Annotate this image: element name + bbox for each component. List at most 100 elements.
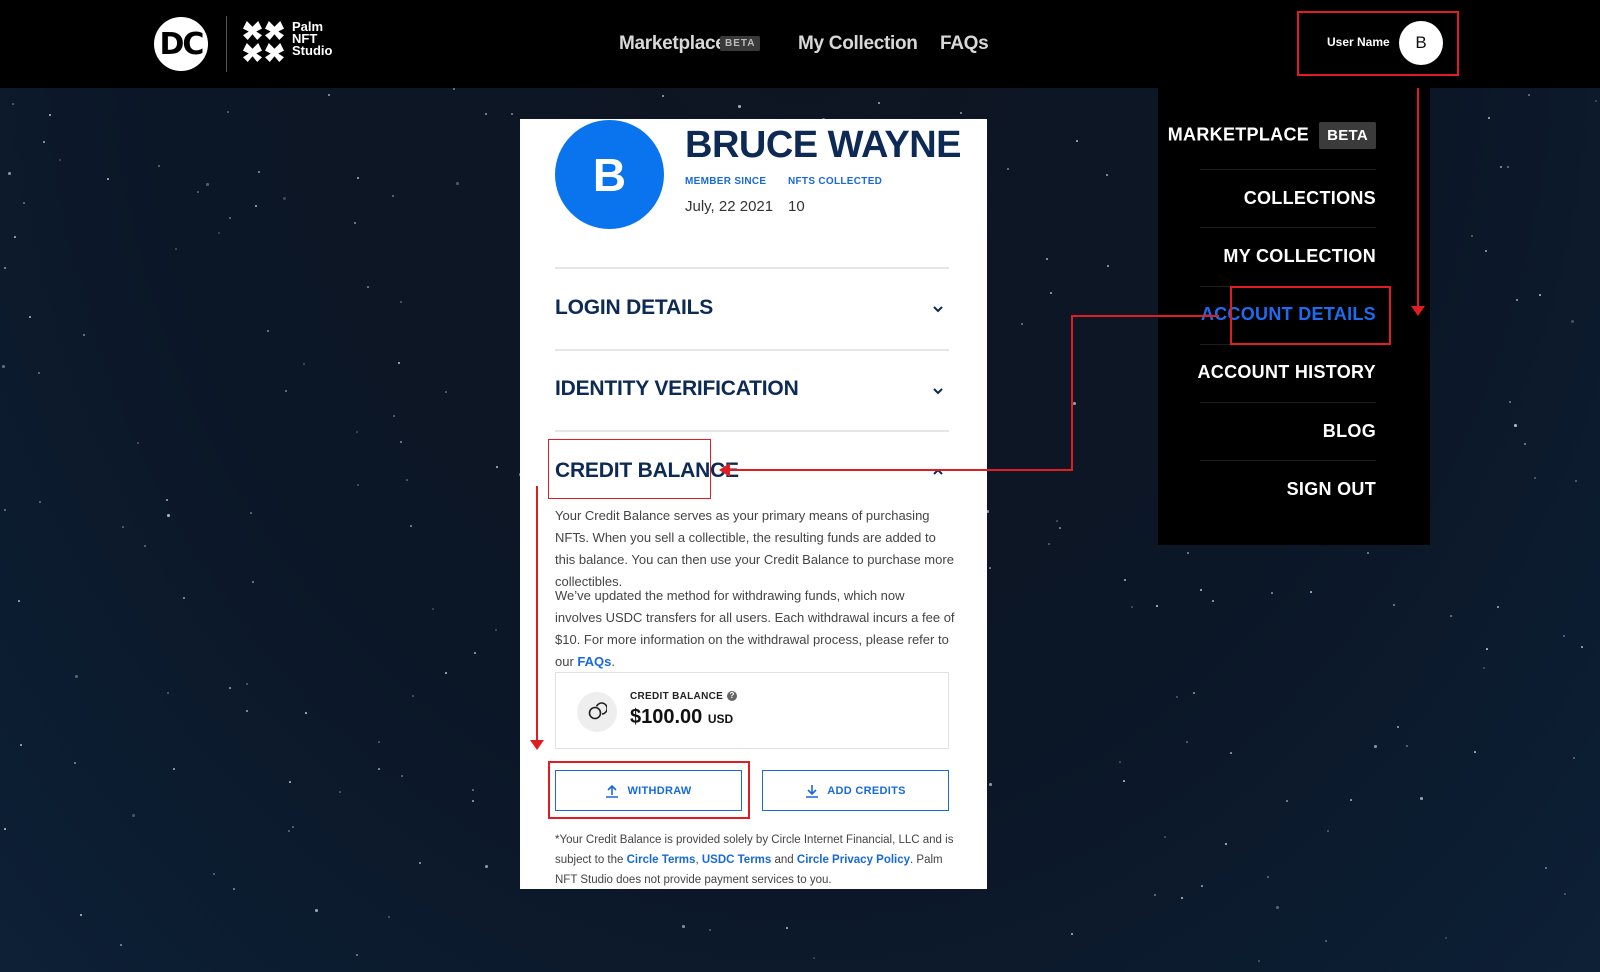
star [288,830,290,832]
star [175,248,177,250]
star [1119,761,1121,763]
star [74,762,76,764]
star [315,909,318,912]
add-credits-button[interactable]: ADD CREDITS [762,770,949,811]
credit-balance-value: $100.00 USD [630,706,734,728]
star [1286,800,1288,802]
star [485,113,487,115]
star [474,652,476,654]
star [229,217,231,219]
circle-privacy-link[interactable]: Circle Privacy Policy [797,854,910,866]
menu-item-blog[interactable]: BLOG [1323,421,1376,442]
menu-divider [1200,169,1376,170]
star [662,95,664,97]
nfts-collected-label: NFTS COLLECTED [788,176,883,187]
star [1154,894,1156,896]
star [1474,751,1476,753]
star [80,914,82,916]
star [1073,402,1076,405]
section-identity-verification[interactable]: IDENTITY VERIFICATION [555,377,799,401]
star [393,415,395,417]
star [356,954,358,956]
star [4,509,6,511]
star [357,177,359,179]
nav-my-collection[interactable]: My Collection [798,33,918,55]
help-icon[interactable]: ? [727,691,738,702]
menu-divider [1200,460,1376,461]
star [1545,867,1547,869]
currency-label: USD [707,712,734,726]
star [392,195,394,197]
star [1450,615,1452,617]
star [1050,292,1052,294]
star [1325,940,1327,942]
profile-name: BRUCE WAYNE [685,124,962,166]
star [1123,780,1125,782]
star [1595,100,1597,102]
menu-item-account-history[interactable]: ACCOUNT HISTORY [1197,362,1376,383]
annotation-highlight-withdraw [548,761,750,819]
star [367,286,369,288]
star [1445,937,1447,939]
star [1156,605,1158,607]
star [1514,424,1517,427]
section-divider [555,430,949,432]
star [989,783,992,786]
star [14,236,16,238]
menu-item-my-collection[interactable]: MY COLLECTION [1223,246,1376,267]
star [1276,906,1279,909]
star [1048,543,1050,545]
star [1350,799,1352,801]
star [283,197,286,200]
star [432,608,434,610]
star [1507,166,1509,168]
faqs-link[interactable]: FAQs [577,654,611,669]
logo-divider [226,16,227,72]
circle-terms-link[interactable]: Circle Terms [627,854,696,866]
star [412,695,414,697]
star [1500,166,1502,168]
star [398,362,400,364]
star [1007,168,1009,170]
star [378,768,380,770]
menu-item-marketplace[interactable]: MARKETPLACE BETA [1168,122,1376,149]
nav-faqs[interactable]: FAQs [940,33,989,55]
star [83,334,85,336]
star [1397,726,1399,728]
star [410,525,412,527]
star [1488,117,1490,119]
star [250,512,252,514]
star [1581,646,1583,648]
star [1056,520,1058,522]
chevron-down-icon[interactable] [932,385,944,397]
star [1534,477,1536,479]
star [1483,667,1485,669]
star [1497,606,1499,608]
star [258,171,260,173]
nav-marketplace[interactable]: Marketplace [619,33,726,55]
star [233,888,235,890]
chevron-up-icon[interactable] [932,466,944,478]
star [378,741,380,743]
annotation-arrow-line [1417,88,1419,310]
star [183,597,185,599]
section-login-details[interactable]: LOGIN DETAILS [555,296,713,320]
star [289,781,291,783]
star [1420,797,1423,800]
usdc-terms-link[interactable]: USDC Terms [702,854,771,866]
annotation-arrow-line [1071,315,1073,471]
chevron-down-icon[interactable] [932,303,944,315]
dc-logo[interactable]: DC [154,17,208,71]
menu-item-collections[interactable]: COLLECTIONS [1244,188,1376,209]
annotation-arrowhead [1411,306,1425,316]
star [1310,591,1312,593]
star [1200,589,1202,591]
menu-item-sign-out[interactable]: SIGN OUT [1287,479,1376,500]
annotation-highlight-credit-balance [548,439,711,499]
credit-footnote: *Your Credit Balance is provided solely … [555,834,954,886]
star [1564,893,1566,895]
star [401,775,403,777]
star [406,479,408,481]
star [1181,897,1183,899]
star [1485,250,1487,252]
